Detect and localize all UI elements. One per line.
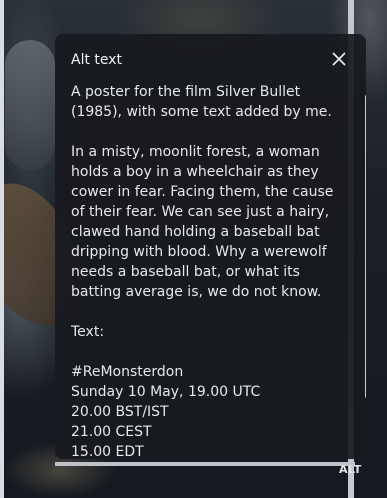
time-cest: 21.00 CEST: [71, 424, 152, 440]
poster-frame-left: [0, 0, 4, 498]
hashtag-text: #ReMonsterdon: [71, 364, 184, 380]
alt-text-heading: Text:: [71, 324, 105, 340]
scrollbar-thumb[interactable]: [365, 94, 366, 399]
alt-text-header: Alt text: [55, 34, 366, 82]
close-button[interactable]: [327, 47, 351, 71]
poster-frame-bottom: [55, 462, 355, 466]
alt-badge[interactable]: ALT: [339, 463, 362, 477]
alt-text-dialog: Alt text A poster for the film Silver Bu…: [55, 34, 366, 459]
alt-intro: A poster for the film Silver Bullet (198…: [71, 84, 332, 120]
time-edt: 15.00 EDT: [71, 444, 144, 459]
close-icon: [332, 52, 346, 66]
time-bst: 20.00 BST/IST: [71, 404, 169, 420]
dialog-title: Alt text: [71, 52, 123, 68]
alt-description: In a misty, moonlit forest, a woman hold…: [71, 144, 334, 300]
alt-text-content: A poster for the film Silver Bullet (198…: [71, 82, 351, 459]
date-line: Sunday 10 May, 19.00 UTC: [71, 384, 261, 400]
poster-figure: [5, 40, 55, 170]
